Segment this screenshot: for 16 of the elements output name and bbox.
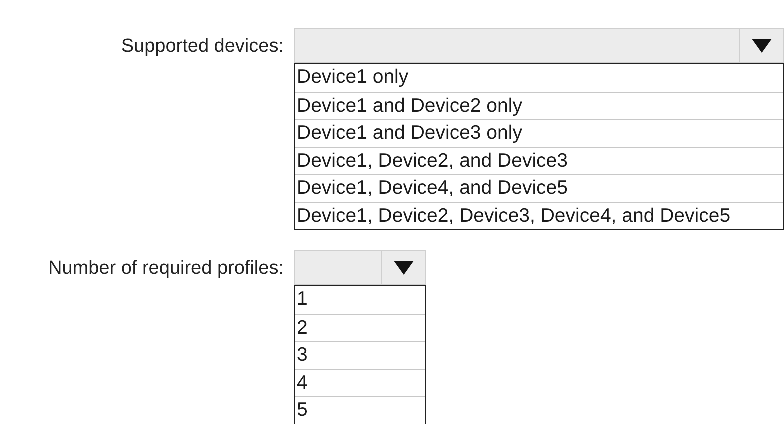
dropdown-option[interactable]: Device1, Device4, and Device5 — [295, 174, 783, 202]
dropdown-option[interactable]: 2 — [295, 314, 425, 341]
caret-icon — [392, 260, 414, 276]
dropdown-option[interactable]: Device1, Device2, Device3, Device4, and Device5 — [295, 202, 783, 229]
dropdown-option[interactable]: Device1, Device2, and Device3 — [295, 146, 783, 174]
caret-icon — [750, 38, 772, 54]
dropdown-option[interactable]: Device1 and Device2 only — [295, 92, 783, 119]
dropdown-option[interactable]: Device1 only — [295, 64, 783, 92]
field-label: Supported devices: — [121, 36, 284, 58]
dropdown-option[interactable]: Device1 and Device3 only — [295, 119, 783, 146]
field-label: Number of required profiles: — [48, 258, 284, 280]
dropdown-option[interactable]: 1 — [295, 286, 425, 314]
dropdown-option[interactable]: 3 — [295, 341, 425, 368]
dropdown[interactable] — [294, 250, 426, 285]
dropdown-option[interactable]: 5 — [295, 396, 425, 424]
dropdown-option[interactable]: 4 — [295, 368, 425, 396]
